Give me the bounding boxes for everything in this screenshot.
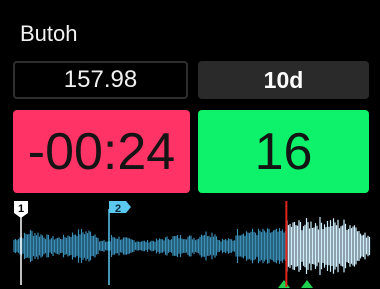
beat-counter-display[interactable]: 16 <box>198 110 369 193</box>
remaining-time-display[interactable]: -00:24 <box>13 110 190 193</box>
waveform-played-section <box>13 228 287 264</box>
cue-2-label: 2 <box>115 203 121 215</box>
waveform-unplayed-section <box>286 216 371 276</box>
loop-in-triangle-up-icon[interactable] <box>278 280 290 288</box>
cue-1-label: 1 <box>18 203 24 215</box>
bpm-display[interactable]: 157.98 <box>13 61 188 99</box>
waveform-overview[interactable]: 1 2 <box>0 199 380 289</box>
key-display[interactable]: 10d <box>198 61 369 99</box>
deck-display: Butoh 157.98 10d -00:24 16 1 2 <box>0 0 380 289</box>
loop-out-triangle-up-icon[interactable] <box>301 280 313 288</box>
track-title: Butoh <box>20 21 78 46</box>
